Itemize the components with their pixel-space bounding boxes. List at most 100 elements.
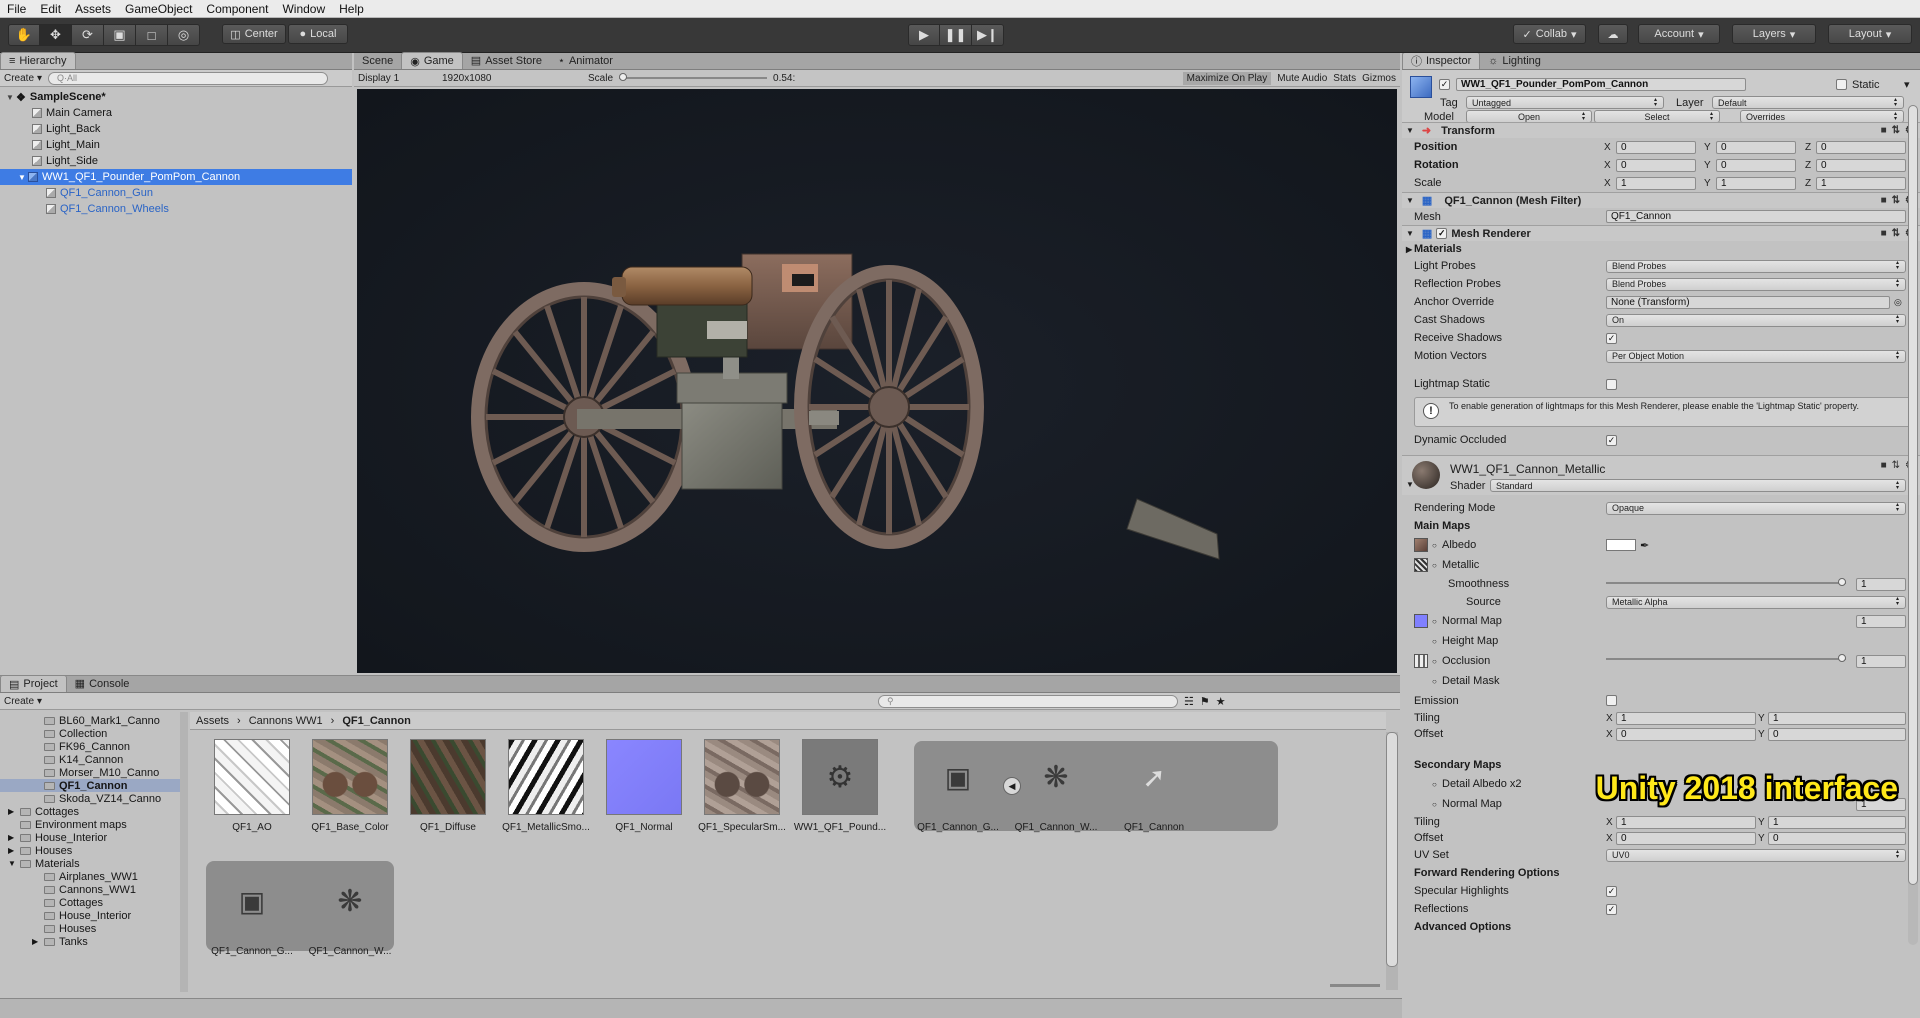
rotation-x-field[interactable]: 0 [1616, 158, 1696, 172]
normal-scale-field[interactable]: 1 [1856, 614, 1906, 628]
menu-component[interactable]: Component [199, 2, 275, 16]
object-picker-icon[interactable]: ◎ [1894, 297, 1902, 308]
asset-item[interactable]: ▣ QF1_Cannon_G... [204, 863, 300, 958]
static-checkbox[interactable] [1836, 79, 1847, 90]
stats-toggle[interactable]: Stats [1333, 73, 1356, 84]
metallic-texture-slot[interactable] [1414, 558, 1428, 572]
move-tool-icon[interactable]: ✥ [40, 24, 72, 46]
menu-window[interactable]: Window [275, 2, 332, 16]
light-probes-dropdown[interactable]: Blend Probes [1606, 259, 1906, 273]
tiling-x-field[interactable]: 1 [1616, 711, 1756, 725]
tab-lighting[interactable]: ☼ Lighting [1480, 53, 1549, 69]
hierarchy-search-input[interactable]: Q·All [48, 71, 329, 85]
project-create-button[interactable]: Create ▾ [4, 696, 42, 707]
asset-item[interactable]: QF1_SpecularSm... [694, 739, 790, 833]
materials-row[interactable]: ▶ Materials [1402, 241, 1920, 257]
folder-item[interactable]: House_Interior [0, 909, 180, 922]
folder-item[interactable]: Environment maps [0, 818, 180, 831]
tab-console[interactable]: ▦ Console [67, 675, 138, 692]
preset-icon[interactable]: ⇅ [1892, 460, 1900, 471]
layer-dropdown[interactable]: Default [1712, 96, 1904, 109]
offset-x-field[interactable]: 0 [1616, 727, 1756, 741]
folder-item[interactable]: BL60_Mark1_Canno [0, 714, 180, 727]
project-search-input[interactable]: ⚲ [878, 694, 1179, 708]
rotate-tool-icon[interactable]: ⟳ [72, 24, 104, 46]
hierarchy-item[interactable]: Light_Back [0, 121, 352, 137]
folder-tree-scrollbar[interactable] [180, 712, 188, 992]
asset-item[interactable]: ❋ QF1_Cannon_W... [302, 863, 398, 958]
pivot-center-button[interactable]: ◫ Center [222, 24, 286, 44]
menu-help[interactable]: Help [332, 2, 371, 16]
step-button[interactable]: ▶❙ [972, 24, 1004, 46]
source-dropdown[interactable]: Metallic Alpha [1606, 595, 1906, 609]
folder-item[interactable]: ▶ House_Interior [0, 831, 180, 844]
tab-hierarchy[interactable]: ≡ Hierarchy [0, 52, 76, 69]
smoothness-slider[interactable] [1606, 582, 1846, 584]
folder-item[interactable]: K14_Cannon [0, 753, 180, 766]
breadcrumb-current[interactable]: QF1_Cannon [342, 715, 410, 727]
scale-x-field[interactable]: 1 [1616, 176, 1696, 190]
offset-y-field[interactable]: 0 [1768, 727, 1906, 741]
display-dropdown[interactable]: Display 1 [358, 73, 436, 84]
secondary-offset-x-field[interactable]: 0 [1616, 831, 1756, 845]
play-button[interactable]: ▶ [908, 24, 940, 46]
hierarchy-item-selected[interactable]: ▼ WW1_QF1_Pounder_PomPom_Cannon [0, 169, 352, 185]
folder-item[interactable]: FK96_Cannon [0, 740, 180, 753]
scale-y-field[interactable]: 1 [1716, 176, 1796, 190]
position-z-field[interactable]: 0 [1816, 140, 1906, 154]
chevron-right-icon[interactable]: ▶ [32, 937, 42, 946]
rendering-mode-dropdown[interactable]: Opaque [1606, 501, 1906, 515]
layers-dropdown[interactable]: Layers ▾ [1732, 24, 1816, 44]
albedo-color-swatch[interactable] [1606, 539, 1636, 551]
mesh-field[interactable]: QF1_Cannon [1606, 210, 1906, 223]
layout-dropdown[interactable]: Layout ▾ [1828, 24, 1912, 44]
help-icon[interactable]: ■ [1881, 460, 1887, 471]
smoothness-field[interactable]: 1 [1856, 577, 1906, 591]
folder-item[interactable]: Cannons_WW1 [0, 883, 180, 896]
transform-tool-icon[interactable]: ◎ [168, 24, 200, 46]
asset-item[interactable]: QF1_Normal [596, 739, 692, 833]
hierarchy-item[interactable]: Light_Side [0, 153, 352, 169]
eyedropper-icon[interactable]: ✒ [1640, 539, 1649, 552]
transform-header[interactable]: ▼ ➜ Transform ■⇅⚙ [1402, 122, 1920, 138]
hierarchy-item[interactable]: Main Camera [0, 105, 352, 121]
folder-item[interactable]: QF1_Cannon [0, 779, 180, 792]
mesh-filter-header[interactable]: ▼ ▦ QF1_Cannon (Mesh Filter) ■⇅⚙ [1402, 192, 1920, 208]
hierarchy-item[interactable]: Light_Main [0, 137, 352, 153]
albedo-texture-slot[interactable] [1414, 538, 1428, 552]
shader-dropdown[interactable]: Standard [1490, 479, 1906, 492]
folder-item[interactable]: ▶ Cottages [0, 805, 180, 818]
folder-item[interactable]: Airplanes_WW1 [0, 870, 180, 883]
tab-inspector[interactable]: ⓘ Inspector [1402, 53, 1481, 69]
reflections-checkbox[interactable]: ✓ [1606, 903, 1617, 915]
chevron-down-icon[interactable]: ▼ [8, 859, 18, 868]
tab-animator[interactable]: ⋆ Animator [550, 52, 621, 69]
filter-label-icon[interactable]: ⚑ [1200, 695, 1210, 708]
inspector-scrollbar-thumb[interactable] [1908, 105, 1918, 885]
emission-checkbox[interactable] [1606, 695, 1617, 706]
tag-dropdown[interactable]: Untagged [1466, 96, 1664, 109]
mesh-renderer-header[interactable]: ▼ ▦ ✓ Mesh Renderer ■⇅⚙ [1402, 225, 1920, 241]
asset-item[interactable]: ❋ QF1_Cannon_W... [1008, 739, 1104, 834]
menu-assets[interactable]: Assets [68, 2, 118, 16]
position-y-field[interactable]: 0 [1716, 140, 1796, 154]
chevron-right-icon[interactable]: ▶ [8, 833, 18, 842]
preset-icon[interactable]: ⇅ [1892, 228, 1900, 239]
folder-item[interactable]: Collection [0, 727, 180, 740]
occlusion-slider-handle[interactable] [1838, 654, 1846, 662]
cast-shadows-dropdown[interactable]: On [1606, 313, 1906, 327]
resolution-dropdown[interactable]: 1920x1080 [442, 73, 582, 84]
favorite-star-icon[interactable]: ★ [1216, 695, 1226, 708]
scale-slider[interactable] [619, 73, 768, 83]
filter-type-icon[interactable]: ☵ [1184, 695, 1194, 708]
chevron-down-icon[interactable]: ▾ [1904, 78, 1910, 91]
folder-item[interactable]: Skoda_VZ14_Canno [0, 792, 180, 805]
breadcrumb-cannons[interactable]: Cannons WW1 [249, 715, 323, 727]
receive-shadows-checkbox[interactable]: ✓ [1606, 332, 1617, 344]
position-x-field[interactable]: 0 [1616, 140, 1696, 154]
thumbnail-size-slider[interactable] [1330, 984, 1380, 987]
anchor-override-field[interactable]: None (Transform) [1606, 295, 1890, 309]
maximize-on-play-toggle[interactable]: Maximize On Play [1182, 71, 1272, 85]
asset-grid-scrollbar-thumb[interactable] [1386, 732, 1398, 967]
hierarchy-item[interactable]: QF1_Cannon_Gun [0, 185, 352, 201]
